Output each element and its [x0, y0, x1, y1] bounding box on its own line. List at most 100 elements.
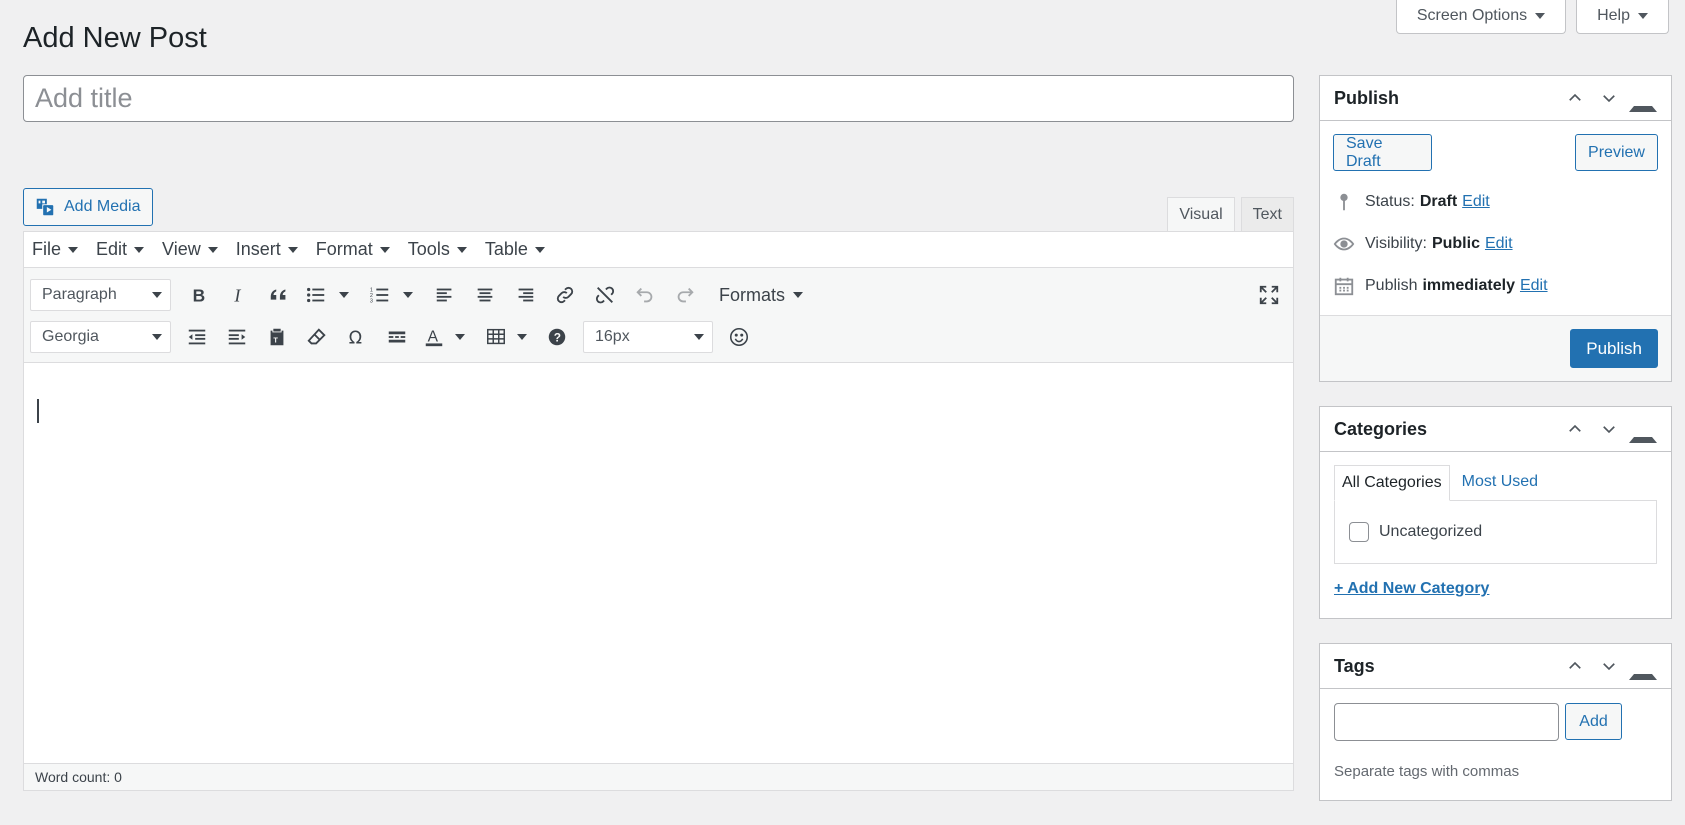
tags-box: Tags Add Separate tags with commas [1319, 643, 1672, 801]
add-category-row: + Add New Category [1320, 564, 1671, 618]
move-up-button[interactable] [1561, 84, 1589, 112]
tag-input-row: Add [1334, 703, 1657, 741]
publish-minor-actions: Save Draft Preview [1320, 121, 1671, 181]
word-count: Word count: 0 [35, 769, 122, 785]
add-media-label: Add Media [64, 198, 141, 215]
edit-schedule-link[interactable]: Edit [1520, 277, 1548, 295]
category-checkbox[interactable] [1349, 522, 1369, 542]
bullet-list-icon [307, 287, 325, 303]
eye-icon [1333, 237, 1355, 251]
formats-dropdown[interactable]: Formats [707, 285, 809, 306]
editor-toolbar: Paragraph B I 123 Formats Georgia T Ω A … [24, 268, 1293, 363]
pin-icon [1340, 193, 1348, 211]
category-checklist: Uncategorized [1334, 500, 1657, 564]
align-right-button[interactable] [507, 278, 543, 312]
align-right-icon [518, 288, 534, 302]
publish-button[interactable]: Publish [1570, 329, 1658, 368]
add-tag-button[interactable]: Add [1565, 703, 1622, 740]
smiley-icon [729, 327, 749, 347]
save-draft-button[interactable]: Save Draft [1333, 134, 1432, 171]
new-tag-input[interactable] [1334, 703, 1559, 741]
move-up-button[interactable] [1561, 652, 1589, 680]
blockquote-button[interactable] [261, 278, 297, 312]
menu-insert[interactable]: Insert [236, 239, 298, 260]
chevron-down-icon [1603, 95, 1615, 103]
svg-text:A: A [428, 329, 439, 346]
screen-options-button[interactable]: Screen Options [1395, 0, 1567, 34]
publish-box-title: Publish [1334, 87, 1400, 108]
add-media-button[interactable]: Add Media [23, 188, 153, 226]
editor-content-area[interactable] [24, 363, 1293, 759]
preview-button[interactable]: Preview [1575, 134, 1658, 171]
category-label: Uncategorized [1379, 523, 1483, 540]
text-color-button[interactable]: A [419, 320, 469, 354]
emoji-button[interactable] [721, 320, 757, 354]
categories-box: Categories All Categories Most Used Unca… [1319, 406, 1672, 619]
tags-body: Add Separate tags with commas [1320, 689, 1671, 800]
tab-text[interactable]: Text [1240, 197, 1294, 232]
font-size-select[interactable]: 16px [583, 321, 713, 353]
horizontal-line-icon [388, 331, 406, 343]
numbered-list-icon: 123 [370, 287, 389, 304]
edit-status-link[interactable]: Edit [1462, 193, 1490, 211]
menu-file[interactable]: File [32, 239, 79, 260]
link-icon [556, 286, 574, 304]
caret-down-icon [134, 246, 145, 253]
numbered-list-button[interactable]: 123 [365, 278, 417, 312]
special-character-button[interactable]: Ω [339, 320, 375, 354]
redo-button[interactable] [667, 278, 703, 312]
caret-down-icon [287, 246, 298, 253]
publish-box-header: Publish [1320, 76, 1671, 121]
fullscreen-button[interactable] [1251, 278, 1287, 312]
text-cursor [37, 399, 39, 423]
move-down-button[interactable] [1595, 84, 1623, 112]
caret-down-icon [152, 292, 162, 298]
bold-button[interactable]: B [181, 278, 217, 312]
menu-view[interactable]: View [162, 239, 218, 260]
post-title-input[interactable] [23, 75, 1294, 122]
table-button[interactable] [481, 320, 531, 354]
remove-link-button[interactable] [587, 278, 623, 312]
bullet-list-button[interactable] [301, 278, 353, 312]
add-new-category-link[interactable]: + Add New Category [1334, 580, 1489, 597]
caret-down-icon [1638, 13, 1648, 19]
menu-edit[interactable]: Edit [96, 239, 145, 260]
caret-down-icon [152, 334, 162, 340]
collapse-arrow-icon [1629, 652, 1657, 680]
fullscreen-icon [1259, 285, 1279, 305]
align-center-icon [477, 288, 493, 302]
horizontal-line-button[interactable] [379, 320, 415, 354]
clear-formatting-button[interactable] [299, 320, 335, 354]
menu-table[interactable]: Table [485, 239, 545, 260]
toggle-panel-button[interactable] [1629, 652, 1657, 680]
tab-most-used[interactable]: Most Used [1450, 464, 1545, 500]
insert-link-button[interactable] [547, 278, 583, 312]
move-down-button[interactable] [1595, 652, 1623, 680]
font-family-select[interactable]: Georgia [30, 321, 171, 353]
paste-text-button[interactable]: T [259, 320, 295, 354]
chevron-up-icon [1569, 93, 1581, 101]
box-controls [1561, 84, 1657, 112]
tab-visual[interactable]: Visual [1167, 197, 1235, 232]
toggle-panel-button[interactable] [1629, 84, 1657, 112]
italic-button[interactable]: I [221, 278, 257, 312]
tab-all-categories[interactable]: All Categories [1334, 465, 1450, 501]
tags-box-header: Tags [1320, 644, 1671, 689]
menu-format[interactable]: Format [316, 239, 390, 260]
publish-box: Publish Save Draft Preview Status: Draft… [1319, 75, 1672, 382]
toggle-panel-button[interactable] [1629, 415, 1657, 443]
move-up-button[interactable] [1561, 415, 1589, 443]
outdent-button[interactable] [179, 320, 215, 354]
menu-tools[interactable]: Tools [408, 239, 467, 260]
align-left-button[interactable] [427, 278, 463, 312]
undo-button[interactable] [627, 278, 663, 312]
keyboard-shortcuts-button[interactable]: ? [539, 320, 575, 354]
toolbar-row-1: Paragraph B I 123 Formats [30, 274, 1287, 316]
move-down-button[interactable] [1595, 415, 1623, 443]
edit-visibility-link[interactable]: Edit [1485, 235, 1513, 253]
block-format-select[interactable]: Paragraph [30, 279, 171, 311]
align-center-button[interactable] [467, 278, 503, 312]
indent-button[interactable] [219, 320, 255, 354]
categories-box-title: Categories [1334, 418, 1428, 439]
help-button[interactable]: Help [1576, 0, 1669, 34]
